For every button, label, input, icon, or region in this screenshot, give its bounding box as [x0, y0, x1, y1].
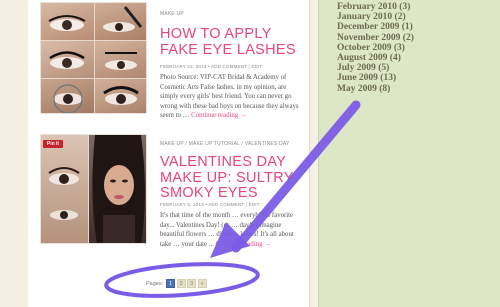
- archive-month: August 2009: [337, 53, 388, 64]
- post-meta: FEBRUARY 5, 2013 • ADD COMMENT | EDIT: [160, 202, 260, 207]
- eye-photo: [95, 3, 146, 40]
- post-title[interactable]: VALENTINES DAY MAKE UP: SULTRY SMOKY EYE…: [160, 154, 310, 202]
- archive-list: February 2010 (3) January 2010 (2) Decembe…: [319, 0, 500, 94]
- archive-count: (13): [380, 73, 397, 84]
- page-2-button[interactable]: 2: [176, 279, 186, 288]
- pin-it-button[interactable]: Pin it: [43, 140, 63, 148]
- next-page-button[interactable]: »: [197, 279, 207, 288]
- eye-photo: [41, 135, 88, 243]
- archive-link-october-2009[interactable]: October 2009 (3): [337, 43, 500, 53]
- post-meta: FEBRUARY 22, 2013 • ADD COMMENT | EDIT: [160, 64, 263, 69]
- pagination: Pages: 1 2 3 »: [146, 279, 208, 288]
- archive-link-june-2009[interactable]: June 2009 (13): [337, 73, 500, 83]
- archive-link-january-2010[interactable]: January 2010 (2): [337, 12, 500, 22]
- eye-photo: [95, 79, 146, 113]
- archive-month: November 2009: [337, 32, 401, 43]
- archive-link-august-2009[interactable]: August 2009 (4): [337, 53, 500, 63]
- page-3-button[interactable]: 3: [187, 279, 197, 288]
- archive-link-may-2009[interactable]: May 2009 (8): [337, 84, 500, 94]
- post-excerpt: It's that time of the month … everybird'…: [160, 212, 294, 248]
- archive-count: (4): [389, 53, 401, 64]
- archive-month: May 2009: [337, 83, 377, 94]
- archive-month: July 2009: [337, 63, 376, 74]
- post-title[interactable]: HOW TO APPLY FAKE EYE LASHES: [160, 26, 310, 58]
- archive-count: (2): [402, 32, 414, 43]
- archive-link-december-2009[interactable]: December 2009 (1): [337, 22, 500, 32]
- archive-month: February 2010: [337, 2, 397, 12]
- archive-count: (1): [401, 22, 413, 33]
- archive-count: (3): [399, 2, 411, 12]
- archive-count: (3): [393, 42, 405, 53]
- archive-link-july-2009[interactable]: July 2009 (5): [337, 63, 500, 73]
- read-more-link[interactable]: Continue reading →: [216, 241, 272, 248]
- pagination-label: Pages:: [146, 280, 164, 287]
- page-1-button[interactable]: 1: [166, 279, 176, 288]
- post-excerpt: Photo Source: VIP-CAT Bridal & Academy o…: [160, 74, 299, 120]
- eye-photo: [41, 79, 94, 113]
- post-category[interactable]: MAKE UP: [160, 11, 184, 17]
- post-thumbnail-fake-lashes[interactable]: [40, 2, 147, 114]
- archive-month: October 2009: [337, 42, 392, 53]
- eye-photo: [41, 3, 94, 40]
- archive-count: (2): [394, 12, 406, 23]
- archive-count: (8): [379, 83, 391, 94]
- archive-month: December 2009: [337, 22, 400, 33]
- eye-photo: [41, 41, 94, 78]
- read-more-link[interactable]: Continue reading →: [191, 112, 247, 119]
- sidebar: February 2010 (3) January 2010 (2) Decembe…: [318, 0, 500, 307]
- archive-link-november-2009[interactable]: November 2009 (2): [337, 33, 500, 43]
- archive-month: June 2009: [337, 73, 378, 84]
- eye-photo: [95, 41, 146, 78]
- archive-month: January 2010: [337, 12, 393, 23]
- archive-count: (5): [378, 63, 390, 74]
- portrait-photo: [89, 135, 146, 243]
- archive-link-february-2010[interactable]: February 2010 (3): [337, 2, 500, 12]
- post-category[interactable]: MAKE UP / MAKE UP TUTORIAL / VALENTINES …: [160, 141, 290, 147]
- post-thumbnail-valentines[interactable]: [40, 134, 147, 244]
